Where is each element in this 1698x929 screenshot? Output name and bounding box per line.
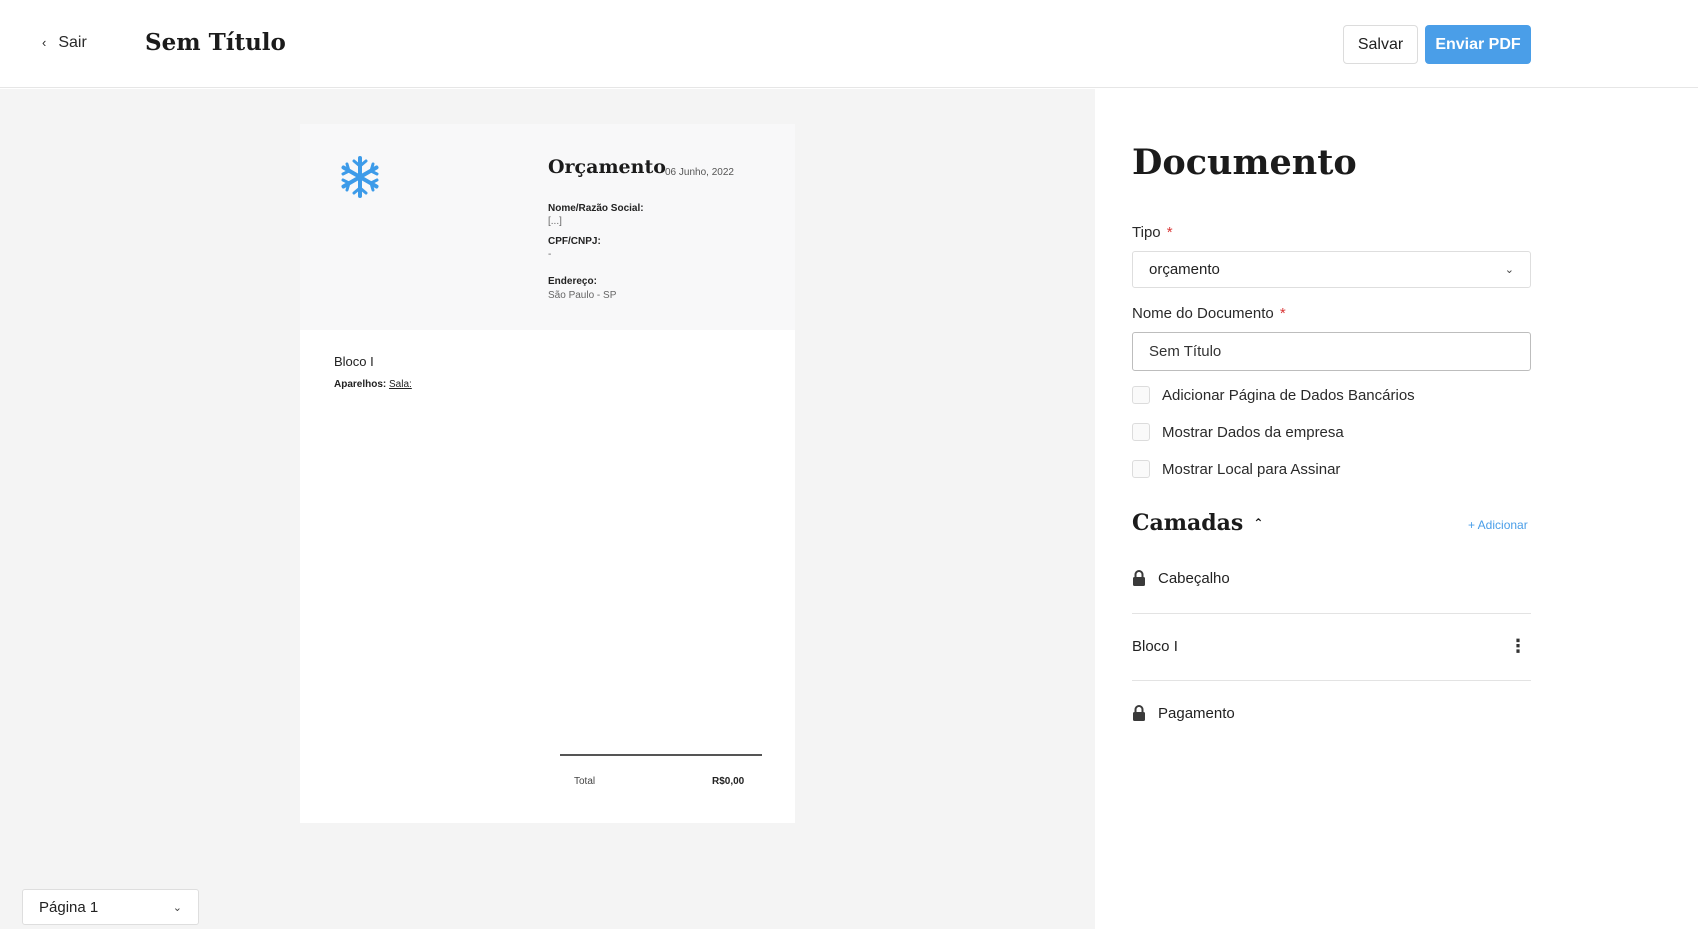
total-label: Total [574, 776, 596, 787]
send-pdf-button[interactable]: Enviar PDF [1425, 25, 1531, 64]
lock-icon [1133, 570, 1145, 586]
checkbox[interactable] [1132, 386, 1150, 404]
panel-title: Documento [1132, 142, 1357, 183]
checkbox-label: Adicionar Página de Dados Bancários [1162, 386, 1415, 404]
divider [1132, 613, 1531, 614]
doc-name-label-text: Nome do Documento [1132, 305, 1274, 322]
client-name-label: Nome/Razão Social: [548, 203, 644, 214]
checkbox-label: Mostrar Local para Assinar [1162, 460, 1341, 478]
page-selector[interactable]: Página 1 ⌄ [22, 889, 199, 925]
back-button[interactable]: ‹ Sair [42, 34, 87, 52]
layers-header[interactable]: Camadas ⌃ [1132, 510, 1263, 536]
snowflake-icon [341, 156, 379, 198]
save-button[interactable]: Salvar [1343, 25, 1418, 64]
layer-label: Bloco I [1132, 638, 1178, 655]
more-options-icon[interactable]: ⋮ [1509, 636, 1527, 657]
page-selector-value: Página 1 [39, 898, 99, 916]
checkbox[interactable] [1132, 460, 1150, 478]
layer-label: Cabeçalho [1158, 570, 1230, 587]
document-settings-panel: Documento Tipo * orçamento ⌄ Nome do Doc… [1095, 89, 1698, 929]
doc-name-label: Nome do Documento * [1132, 305, 1286, 322]
back-label: Sair [58, 34, 87, 51]
top-bar: ‹ Sair Sem Título Salvar Enviar PDF [0, 0, 1698, 88]
lock-icon [1133, 705, 1145, 721]
block-title[interactable]: Bloco I [334, 354, 374, 369]
client-address-value: São Paulo - SP [548, 290, 617, 301]
layer-label: Pagamento [1158, 705, 1235, 722]
devices-line: Aparelhos: Sala: [334, 379, 412, 390]
quote-date: 06 Junho, 2022 [665, 167, 734, 178]
checkbox-signature[interactable]: Mostrar Local para Assinar [1132, 460, 1340, 478]
chevron-down-icon: ⌄ [172, 901, 182, 914]
doc-name-input[interactable] [1132, 332, 1531, 371]
type-select-value: orçamento [1149, 261, 1220, 278]
type-select[interactable]: orçamento ⌄ [1132, 251, 1531, 288]
chevron-left-icon: ‹ [42, 34, 47, 50]
type-label: Tipo * [1132, 224, 1173, 241]
required-mark: * [1166, 224, 1173, 241]
client-name-value: [...] [548, 216, 562, 227]
client-address-label: Endereço: [548, 276, 597, 287]
page-header-section[interactable]: Orçamento 06 Junho, 2022 Nome/Razão Soci… [300, 124, 795, 330]
checkbox-bank-page[interactable]: Adicionar Página de Dados Bancários [1132, 386, 1415, 404]
total-value: R$0,00 [712, 776, 745, 787]
divider [1132, 680, 1531, 681]
required-mark: * [1279, 305, 1286, 322]
layer-item-header[interactable]: Cabeçalho [1132, 570, 1531, 587]
quote-title: Orçamento [548, 156, 666, 178]
chevron-up-icon[interactable]: ⌃ [1253, 516, 1263, 530]
total-divider [560, 754, 762, 756]
devices-label: Aparelhos: [334, 379, 387, 390]
client-doc-label: CPF/CNPJ: [548, 236, 601, 247]
add-layer-button[interactable]: + Adicionar [1468, 518, 1528, 532]
checkbox[interactable] [1132, 423, 1150, 441]
client-doc-value: - [548, 249, 552, 260]
type-label-text: Tipo [1132, 224, 1161, 241]
devices-value: Sala: [389, 379, 412, 390]
layers-title: Camadas [1132, 510, 1244, 536]
document-page-preview: Orçamento 06 Junho, 2022 Nome/Razão Soci… [300, 124, 795, 823]
preview-canvas: Orçamento 06 Junho, 2022 Nome/Razão Soci… [0, 89, 1095, 929]
layer-item-payment[interactable]: Pagamento [1132, 705, 1531, 722]
checkbox-label: Mostrar Dados da empresa [1162, 423, 1344, 441]
layer-item-block[interactable]: Bloco I ⋮ [1132, 636, 1531, 657]
chevron-down-icon: ⌄ [1504, 264, 1514, 276]
document-title: Sem Título [145, 29, 286, 56]
checkbox-company-data[interactable]: Mostrar Dados da empresa [1132, 423, 1344, 441]
